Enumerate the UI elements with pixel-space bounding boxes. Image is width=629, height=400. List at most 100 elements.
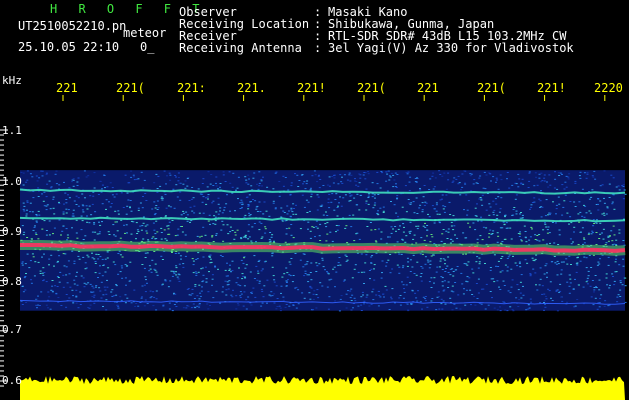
noise-speck: [62, 211, 65, 213]
noise-speck: [444, 263, 446, 265]
noise-speck: [526, 308, 529, 310]
noise-speck: [382, 293, 385, 295]
noise-speck: [450, 221, 453, 223]
noise-speck: [402, 284, 405, 286]
noise-speck: [301, 194, 304, 196]
noise-speck: [542, 229, 545, 231]
noise-speck: [426, 229, 429, 231]
noise-speck: [274, 208, 277, 210]
noise-speck: [91, 257, 94, 259]
noise-speck: [585, 281, 588, 283]
noise-speck: [401, 206, 404, 208]
noise-speck: [505, 222, 508, 224]
noise-speck: [22, 202, 25, 204]
noise-speck: [309, 189, 312, 191]
noise-speck: [613, 208, 616, 210]
noise-speck: [367, 203, 370, 205]
noise-speck: [311, 175, 314, 177]
noise-speck: [75, 204, 78, 205]
noise-speck: [548, 290, 551, 292]
noise-speck: [413, 212, 416, 214]
noise-speck: [234, 210, 236, 212]
noise-speck: [42, 280, 44, 282]
noise-speck: [315, 262, 318, 264]
noise-speck: [156, 200, 159, 202]
noise-speck: [182, 263, 185, 265]
noise-speck: [435, 210, 438, 212]
noise-speck: [606, 284, 609, 286]
noise-speck: [239, 285, 242, 287]
noise-speck: [503, 285, 506, 286]
noise-speck: [288, 261, 291, 263]
noise-speck: [477, 267, 480, 269]
noise-speck: [368, 193, 370, 195]
noise-speck: [389, 176, 392, 178]
noise-speck: [115, 193, 118, 195]
noise-speck: [143, 284, 146, 286]
noise-speck: [333, 174, 335, 176]
y-tick-label: 1.1: [2, 124, 22, 137]
noise-speck: [519, 292, 522, 294]
noise-speck: [280, 285, 283, 287]
noise-speck: [350, 288, 353, 290]
noise-speck: [119, 254, 122, 256]
noise-speck: [596, 308, 599, 310]
noise-speck: [336, 229, 339, 231]
noise-speck: [37, 261, 40, 263]
noise-speck: [73, 263, 76, 265]
noise-speck: [173, 304, 176, 305]
noise-speck: [474, 304, 477, 306]
noise-speck: [177, 228, 180, 230]
noise-speck: [559, 290, 562, 292]
noise-speck: [569, 282, 572, 284]
noise-speck: [355, 184, 358, 186]
noise-speck: [503, 302, 506, 304]
noise-speck: [285, 228, 288, 230]
noise-speck: [209, 258, 212, 260]
noise-speck: [221, 256, 224, 257]
noise-speck: [557, 244, 560, 245]
noise-speck: [599, 297, 602, 299]
noise-speck: [445, 194, 448, 196]
noise-speck: [436, 296, 439, 298]
noise-speck: [226, 281, 229, 283]
noise-speck: [610, 230, 613, 232]
noise-speck: [177, 278, 180, 280]
noise-speck: [517, 173, 520, 175]
noise-speck: [21, 304, 24, 305]
noise-speck: [105, 299, 108, 301]
noise-speck: [289, 263, 292, 265]
noise-speck: [206, 303, 209, 305]
noise-speck: [150, 296, 153, 298]
noise-speck: [310, 196, 313, 198]
noise-speck: [180, 258, 182, 260]
noise-speck: [239, 297, 242, 298]
noise-speck: [284, 177, 287, 178]
noise-speck: [221, 220, 224, 222]
noise-speck: [155, 173, 158, 175]
noise-speck: [256, 211, 259, 212]
noise-speck: [221, 291, 224, 293]
noise-speck: [94, 231, 97, 233]
noise-speck: [222, 240, 225, 242]
noise-speck: [478, 177, 481, 179]
noise-speck: [156, 231, 159, 233]
noise-speck: [418, 207, 421, 209]
noise-speck: [65, 274, 68, 276]
noise-speck: [477, 278, 480, 280]
noise-speck: [339, 264, 342, 266]
noise-speck: [136, 233, 139, 234]
noise-speck: [240, 259, 243, 261]
noise-speck: [26, 200, 29, 202]
noise-speck: [558, 203, 561, 205]
noise-speck: [541, 285, 544, 287]
noise-speck: [22, 172, 25, 174]
noise-speck: [155, 298, 158, 300]
noise-speck: [568, 292, 571, 294]
noise-speck: [315, 271, 318, 272]
noise-speck: [514, 262, 517, 264]
noise-speck: [93, 294, 96, 296]
noise-speck: [94, 211, 97, 213]
noise-speck: [590, 296, 593, 298]
noise-speck: [198, 212, 201, 214]
